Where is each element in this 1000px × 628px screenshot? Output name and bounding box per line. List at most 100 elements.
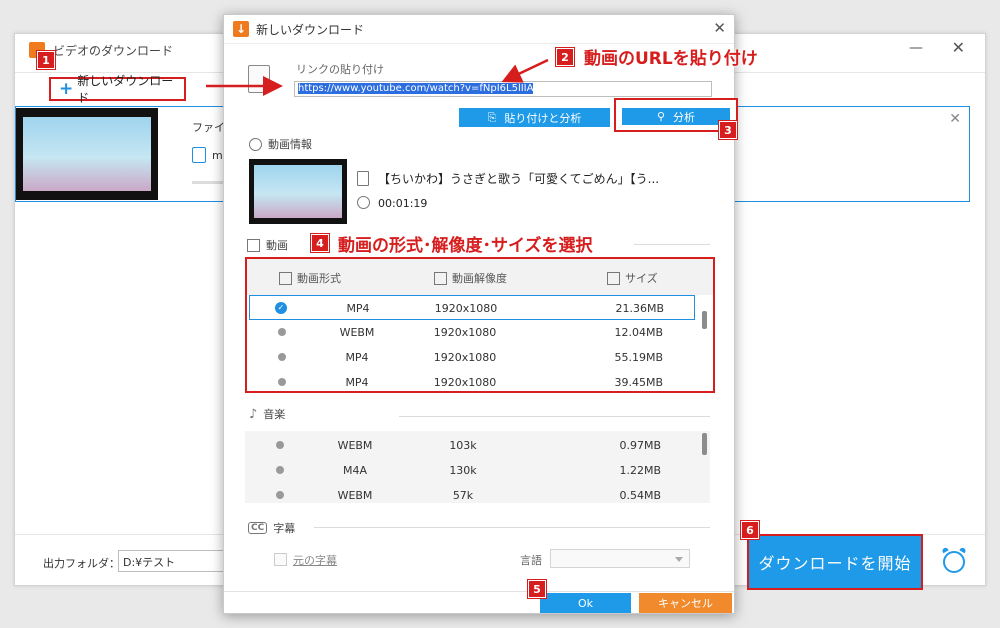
document-icon [357,171,369,186]
audio-size: 0.97MB [619,439,661,452]
analyze-label: 分析 [673,110,696,124]
output-folder-input[interactable]: D:¥テスト [118,550,228,572]
radio-dot-icon[interactable] [276,491,284,499]
video-table-scrollbar[interactable] [702,311,707,329]
step-badge-6: 6 [741,521,759,539]
music-section-header: ♪ 音楽 [249,406,285,422]
audio-table-scrollbar[interactable] [702,433,707,455]
video-row[interactable]: ✓ MP4 1920x1080 21.36MB [249,295,695,320]
callout-select-format: 動画の形式･解像度･サイズを選択 [338,236,593,256]
radio-dot-icon[interactable] [278,328,286,336]
video-duration: 00:01:19 [378,197,428,210]
step-badge-4: 4 [311,234,329,252]
audio-format: M4A [342,464,367,477]
cancel-button[interactable]: キャンセル [639,593,732,613]
radio-dot-icon[interactable] [276,466,284,474]
video-row[interactable]: MP4 1920x1080 39.45MB [247,370,713,391]
video-size: 21.36MB [615,302,664,315]
video-resolution: 1920x1080 [433,351,497,364]
step-badge-2: 2 [556,48,574,66]
video-section-label: 動画 [266,239,288,252]
task-close-icon[interactable]: ✕ [949,111,961,127]
video-format: MP4 [345,351,369,364]
audio-format: WEBM [337,439,373,452]
video-size: 55.19MB [614,351,663,364]
video-file-icon [192,147,206,163]
callout-paste-url: 動画のURLを貼り付け [584,49,758,69]
new-download-dialog: ↓ 新しいダウンロード ✕ リンクの貼り付け https://www.youtu… [223,14,738,614]
column-size-label: サイズ [625,272,658,285]
video-resolution: 1920x1080 [433,326,497,339]
folder-icon [607,271,620,285]
start-download-button[interactable]: ダウンロードを開始 [747,534,923,590]
dialog-bottom-divider [224,591,734,592]
language-label: 言語 [520,554,542,567]
film-icon [247,238,260,252]
close-icon[interactable]: ✕ [952,38,965,57]
column-resolution-label: 動画解像度 [452,272,507,285]
video-table-body: ✓ MP4 1920x1080 21.36MB WEBM 1920x1080 1… [247,295,713,391]
video-size: 39.45MB [614,376,663,389]
info-icon [249,137,262,151]
video-format-icon [279,271,292,285]
original-subtitle-label[interactable]: 元の字幕 [293,552,337,568]
cc-icon: CC [248,522,268,534]
audio-size: 1.22MB [619,464,661,477]
selected-check-icon: ✓ [275,302,287,314]
column-size: サイズ [607,270,658,286]
minimize-icon[interactable]: — [909,40,923,56]
task-thumbnail [16,108,158,200]
resolution-icon [434,271,447,285]
clipboard-icon [248,65,270,93]
new-download-button[interactable]: + 新しいダウンロード [49,74,186,105]
video-info-header: 動画情報 [249,136,312,152]
video-format-table: 動画形式 動画解像度 サイズ ✓ MP4 1920x1080 21.36MB W… [245,257,715,393]
audio-bitrate: 103k [449,439,477,452]
audio-bitrate: 130k [449,464,477,477]
subtitle-section-divider [314,527,710,528]
plus-icon: + [59,78,74,99]
column-format-label: 動画形式 [297,272,341,285]
radio-dot-icon[interactable] [276,441,284,449]
step-badge-5: 5 [528,580,546,598]
new-download-label: 新しいダウンロード [77,74,174,105]
dialog-title: 新しいダウンロード [256,23,365,37]
video-format: MP4 [346,302,370,315]
music-note-icon: ♪ [249,406,258,422]
video-resolution: 1920x1080 [433,376,497,389]
video-row[interactable]: WEBM 1920x1080 12.04MB [247,320,713,345]
search-icon: ⚲ [656,110,666,123]
alarm-clock-icon[interactable] [943,551,965,573]
clock-icon [357,196,370,209]
audio-row[interactable]: WEBM 103k 0.97MB [245,433,710,458]
paste-and-analyze-label: 貼り付けと分析 [504,111,582,125]
video-format: WEBM [339,326,375,339]
window-title: ビデオのダウンロード [53,44,174,58]
music-section-divider [399,416,710,417]
video-title: 【ちいかわ】うさぎと歌う「可愛くてごめん」【う... [378,172,660,186]
subtitle-section-header: CC 字幕 [248,520,295,536]
ok-button[interactable]: Ok [540,593,631,613]
video-format: MP4 [345,376,369,389]
video-section-divider [634,244,710,245]
audio-format-table: WEBM 103k 0.97MB M4A 130k 1.22MB WEBM 57… [245,431,710,503]
link-paste-label: リンクの貼り付け [296,63,384,76]
radio-dot-icon[interactable] [278,353,286,361]
paste-icon: ⎘ [487,110,497,124]
subtitle-section-label: 字幕 [273,522,296,535]
paste-and-analyze-button[interactable]: ⎘ 貼り付けと分析 [459,108,610,127]
language-select[interactable] [550,549,690,568]
video-row[interactable]: MP4 1920x1080 55.19MB [247,345,713,370]
audio-row[interactable]: WEBM 57k 0.54MB [245,483,710,503]
url-input[interactable]: https://www.youtube.com/watch?v=fNpI6L5l… [294,81,712,97]
column-format: 動画形式 [279,270,341,286]
radio-dot-icon[interactable] [278,378,286,386]
music-section-label: 音楽 [263,408,286,421]
video-size: 12.04MB [614,326,663,339]
dialog-close-icon[interactable]: ✕ [713,19,726,37]
original-subtitle-checkbox[interactable] [274,553,287,566]
audio-bitrate: 57k [452,489,474,502]
video-thumbnail [249,159,347,224]
audio-row[interactable]: M4A 130k 1.22MB [245,458,710,483]
video-resolution: 1920x1080 [434,302,498,315]
